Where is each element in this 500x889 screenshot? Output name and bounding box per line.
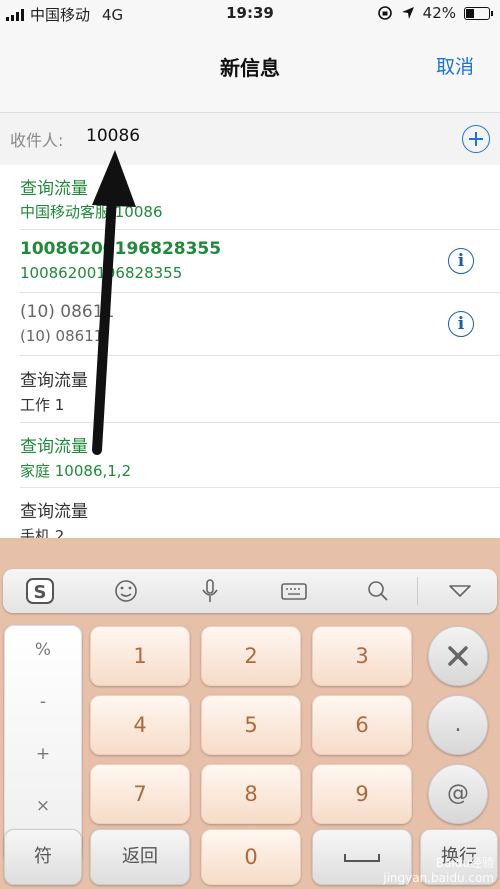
recipient-input[interactable]: 10086	[86, 126, 140, 146]
digit-key-6[interactable]: 6	[312, 695, 412, 755]
status-bar: 中国移动 4G 19:39 42%	[0, 0, 500, 26]
rotation-lock-icon	[377, 6, 392, 20]
status-right: 42%	[377, 4, 493, 22]
battery-percent: 42%	[422, 4, 456, 22]
contact-suggestion-list: 查询流量 中国移动客服 10086 10086200196828355 1008…	[0, 165, 500, 538]
suggestion-title: (10) 08611	[20, 302, 115, 322]
digit-key-7[interactable]: 7	[90, 764, 190, 824]
suggestion-detail: (10) 08611	[20, 327, 104, 345]
battery-icon	[464, 6, 493, 20]
suggestion-row[interactable]: 查询流量 家庭 10086,1,2	[20, 423, 500, 488]
search-icon[interactable]	[363, 578, 393, 604]
info-icon[interactable]: i	[448, 311, 474, 337]
close-icon	[448, 646, 468, 666]
recipient-label: 收件人:	[10, 131, 64, 150]
back-key[interactable]: 返回	[90, 829, 190, 885]
suggestion-row[interactable]: 查询流量 手机 2	[20, 488, 500, 538]
cancel-button[interactable]: 取消	[436, 52, 474, 79]
suggestion-detail: 中国移动客服 10086	[20, 203, 163, 221]
suggestion-row[interactable]: (10) 08611 (10) 08611 i	[20, 293, 500, 356]
suggestion-title: 查询流量	[20, 179, 88, 199]
sogou-logo-icon[interactable]: S	[25, 578, 55, 604]
digit-key-9[interactable]: 9	[312, 764, 412, 824]
delete-button[interactable]	[428, 626, 488, 686]
digit-key-2[interactable]: 2	[201, 626, 301, 686]
navigation-bar: 新信息 取消	[0, 26, 500, 113]
suggestion-title: 10086200196828355	[20, 239, 222, 259]
suggestion-detail: 家庭 10086,1,2	[20, 462, 132, 480]
digit-key-1[interactable]: 1	[90, 626, 190, 686]
suggestion-detail: 工作 1	[20, 396, 65, 414]
plus-key[interactable]: +	[5, 744, 81, 764]
minus-key[interactable]: -	[5, 692, 81, 712]
suggestion-row[interactable]: 10086200196828355 10086200196828355 i	[20, 230, 500, 293]
digit-key-3[interactable]: 3	[312, 626, 412, 686]
suggestion-title: 查询流量	[20, 502, 88, 522]
suggestion-detail: 10086200196828355	[20, 264, 183, 282]
digit-key-5[interactable]: 5	[201, 695, 301, 755]
battery-fill	[466, 8, 475, 18]
svg-text:S: S	[34, 582, 47, 603]
toolbar-divider	[417, 577, 418, 605]
baidu-watermark: Baidu经验 jingyan.baidu.com	[383, 856, 494, 885]
at-key[interactable]: @	[428, 764, 488, 824]
recipient-field[interactable]: 收件人: 10086	[0, 113, 500, 165]
suggestion-title: 查询流量	[20, 371, 88, 391]
suggestion-title: 查询流量	[20, 437, 88, 457]
suggestion-row[interactable]: 查询流量 工作 1	[20, 356, 500, 423]
times-key[interactable]: ×	[5, 796, 81, 816]
digit-key-8[interactable]: 8	[201, 764, 301, 824]
digit-key-4[interactable]: 4	[90, 695, 190, 755]
info-icon[interactable]: i	[448, 248, 474, 274]
page-title: 新信息	[220, 56, 280, 80]
suggestion-detail: 手机 2	[20, 527, 65, 538]
digit-key-0[interactable]: 0	[201, 829, 301, 885]
collapse-keyboard-icon[interactable]	[445, 578, 475, 604]
emoji-icon[interactable]	[111, 578, 141, 604]
keyboard-icon[interactable]	[279, 578, 309, 604]
suggestion-row[interactable]: 查询流量 中国移动客服 10086	[20, 165, 500, 230]
add-contact-button[interactable]	[462, 125, 490, 153]
location-icon	[401, 7, 414, 19]
symbol-switch-key[interactable]: 符	[4, 829, 82, 885]
dot-key[interactable]: .	[428, 695, 488, 755]
sogou-keyboard: S % - + × 1 2 3 4 5 6 7 8 9 . @ 符 返回 0 换…	[0, 538, 500, 889]
percent-key[interactable]: %	[5, 640, 81, 660]
keyboard-toolbar: S	[3, 569, 497, 613]
microphone-icon[interactable]	[195, 578, 225, 604]
